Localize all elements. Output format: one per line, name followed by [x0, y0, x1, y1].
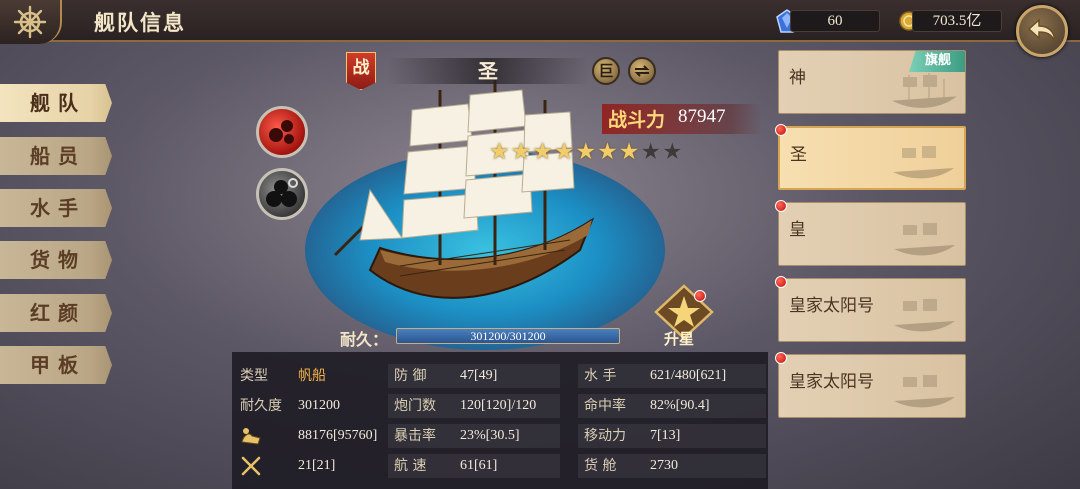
cannonball-skill-icon[interactable]: [256, 168, 308, 220]
menu-item-cargo[interactable]: 货物: [0, 241, 112, 279]
crit-label: 暴击率: [394, 428, 436, 444]
fleet-ship-card[interactable]: 皇家太阳号: [778, 354, 966, 418]
durability-stat-value: 301200: [298, 398, 340, 413]
ship-notification-dot: [775, 124, 787, 136]
fleet-ship-card[interactable]: 神 旗舰: [778, 50, 966, 114]
hit-value: 82%[90.4]: [650, 398, 710, 413]
defense-label: 防 御: [394, 368, 427, 384]
durability-label: 耐久：: [340, 330, 389, 349]
star-filled-icon: ★: [489, 139, 510, 165]
durability-bar: 301200/301200: [396, 328, 620, 344]
power-label: 战斗力: [608, 109, 666, 131]
back-button[interactable]: [1016, 5, 1068, 57]
hold-value: 2730: [650, 458, 678, 473]
attack-value: 21[21]: [298, 458, 336, 473]
ship-name: 圣: [388, 58, 588, 84]
star-filled-icon: ★: [575, 139, 597, 165]
menu-item-fleet[interactable]: 舰队: [0, 84, 112, 122]
star-filled-icon: ★: [597, 139, 618, 165]
ship-silhouette-icon: [894, 223, 955, 256]
gem-counter: 60: [790, 10, 880, 32]
speed-value: 61[61]: [460, 458, 498, 473]
star-empty-icon: ★: [662, 139, 683, 165]
star-filled-icon: ★: [618, 139, 640, 165]
crit-value: 23%[30.5]: [460, 428, 520, 443]
upgrade-star-label[interactable]: 升星: [664, 328, 694, 349]
fleet-ship-name: 皇: [789, 220, 806, 240]
type-value: 帆船: [298, 368, 326, 384]
ship-notification-dot: [775, 200, 787, 212]
menu-item-sailors[interactable]: 水手: [0, 189, 112, 227]
cannon-fire-skill-icon[interactable]: [256, 106, 308, 158]
ship-silhouette-icon: [894, 375, 955, 408]
fleet-ship-card[interactable]: 皇: [778, 202, 966, 266]
ship-notification-dot: [775, 352, 787, 364]
ship-size-badge: 巨: [592, 57, 620, 85]
ship-wheel-icon[interactable]: [0, 0, 62, 44]
fleet-ship-name: 皇家太阳号: [789, 372, 874, 392]
flagship-tag: 旗舰: [909, 51, 965, 72]
defense-value: 47[49]: [460, 368, 498, 383]
star-filled-icon: ★: [532, 139, 553, 165]
sailors-label: 水 手: [584, 368, 617, 384]
hold-label: 货 舱: [584, 458, 617, 474]
cannons-value: 120[120]/120: [460, 398, 537, 413]
speed-label: 航 速: [394, 458, 427, 474]
back-arrow-icon: [1027, 18, 1056, 42]
gold-counter: 703.5亿: [912, 10, 1002, 32]
hit-label: 命中率: [584, 398, 626, 414]
move-value: 7[13]: [650, 428, 681, 443]
page-title: 舰队信息: [94, 10, 186, 35]
cargo-sack-icon: [240, 424, 262, 448]
menu-item-deck[interactable]: 甲板: [0, 346, 112, 384]
move-label: 移动力: [584, 428, 626, 444]
fleet-ship-name: 皇家太阳号: [789, 296, 874, 316]
cargo-value: 88176[95760]: [298, 428, 378, 443]
ship-illustration[interactable]: [330, 70, 630, 330]
ship-silhouette-icon: [892, 73, 957, 108]
star-filled-icon: ★: [510, 139, 532, 165]
cannons-label: 炮门数: [394, 398, 436, 414]
menu-item-crew[interactable]: 船员: [0, 137, 112, 175]
fleet-ship-card[interactable]: 皇家太阳号: [778, 278, 966, 342]
swap-ship-icon[interactable]: [628, 57, 656, 85]
battle-ship-badge: 战: [346, 52, 376, 90]
upgrade-notification-dot: [694, 290, 706, 302]
menu-item-beauty[interactable]: 红颜: [0, 294, 112, 332]
ship-silhouette-icon: [893, 146, 954, 179]
sailors-value: 621/480[621]: [650, 368, 727, 383]
ship-notification-dot: [775, 276, 787, 288]
durability-value: 301200/301200: [470, 329, 546, 343]
star-rating: ★ ★ ★ ★ ★ ★ ★ ★ ★: [489, 140, 683, 164]
fleet-ship-name: 神: [789, 68, 806, 88]
fleet-ship-name: 圣: [790, 145, 807, 165]
star-filled-icon: ★: [553, 139, 575, 165]
fleet-ship-card-selected[interactable]: 圣: [778, 126, 966, 190]
crossed-swords-icon: [240, 454, 262, 478]
type-label: 类型: [240, 368, 268, 384]
ship-stats-panel: 类型 帆船 耐久度 301200 88176[95760] 21[21] 防 御…: [232, 352, 768, 489]
power-value: 87947: [678, 106, 726, 127]
durability-stat-label: 耐久度: [240, 398, 282, 414]
star-empty-icon: ★: [640, 139, 661, 165]
ship-silhouette-icon: [894, 299, 955, 332]
